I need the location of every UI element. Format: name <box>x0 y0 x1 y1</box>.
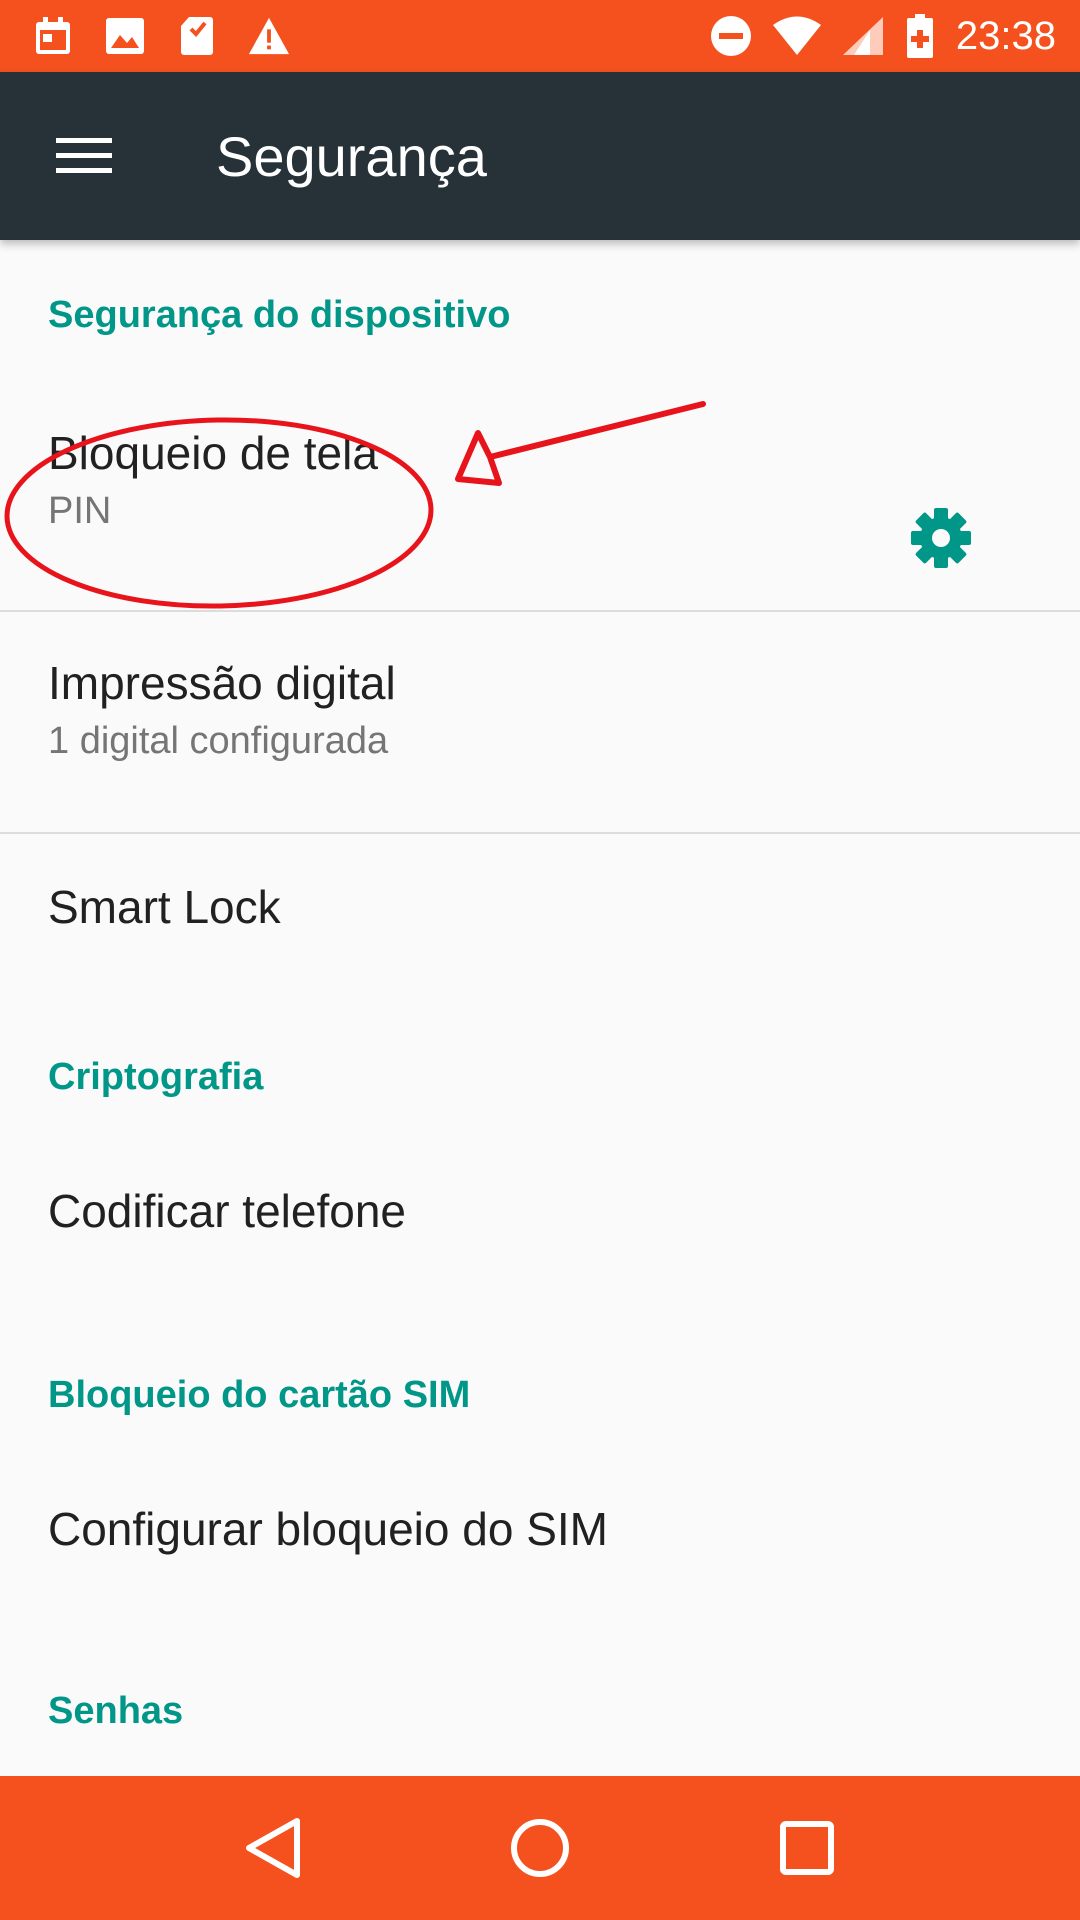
setting-encrypt-phone[interactable]: Codificar telefone <box>0 1140 1080 1340</box>
setting-subtitle: PIN <box>48 490 112 532</box>
setting-title: Codificar telefone <box>48 1185 406 1237</box>
screen-lock-settings-button[interactable] <box>906 503 976 573</box>
do-not-disturb-icon <box>710 15 752 57</box>
section-header-sim-lock: Bloqueio do cartão SIM <box>48 1374 471 1416</box>
setting-smart-lock[interactable]: Smart Lock <box>0 834 1080 1024</box>
menu-button[interactable] <box>42 114 126 198</box>
clock: 23:38 <box>955 14 1056 58</box>
back-icon <box>246 1818 301 1878</box>
hamburger-menu-icon <box>56 138 112 173</box>
recents-button[interactable] <box>759 1800 855 1896</box>
sd-card-icon <box>176 15 218 57</box>
notification-icons <box>0 15 290 57</box>
app-toolbar: Segurança <box>0 72 1080 240</box>
setting-subtitle: 1 digital configurada <box>48 720 389 762</box>
settings-list[interactable]: Segurança do dispositivo Bloqueio de tel… <box>0 240 1080 1776</box>
setting-screen-lock[interactable]: Bloqueio de tela PIN <box>0 372 1080 612</box>
image-icon <box>104 15 146 57</box>
home-button[interactable] <box>492 1800 588 1896</box>
section-header-device-security: Segurança do dispositivo <box>48 294 511 336</box>
battery-charging-icon <box>904 14 936 58</box>
setting-title: Bloqueio de tela <box>48 427 378 479</box>
setting-title: Impressão digital <box>48 657 396 709</box>
back-button[interactable] <box>225 1800 321 1896</box>
warning-icon <box>248 15 290 57</box>
home-icon <box>510 1819 569 1877</box>
navigation-bar <box>0 1776 1080 1920</box>
calendar-icon <box>32 15 74 57</box>
gear-icon <box>911 508 971 568</box>
recents-icon <box>779 1821 834 1875</box>
system-icons: 23:38 <box>710 14 1080 58</box>
page-title: Segurança <box>216 124 487 188</box>
section-header-passwords: Senhas <box>48 1690 184 1732</box>
setting-title: Configurar bloqueio do SIM <box>48 1503 608 1555</box>
wifi-icon <box>772 15 822 57</box>
status-bar: 23:38 <box>0 0 1080 72</box>
section-header-encryption: Criptografia <box>48 1056 264 1098</box>
setting-title: Smart Lock <box>48 881 281 933</box>
setting-fingerprint[interactable]: Impressão digital 1 digital configurada <box>0 612 1080 832</box>
setting-configure-sim-lock[interactable]: Configurar bloqueio do SIM <box>0 1458 1080 1658</box>
signal-icon <box>842 15 884 57</box>
